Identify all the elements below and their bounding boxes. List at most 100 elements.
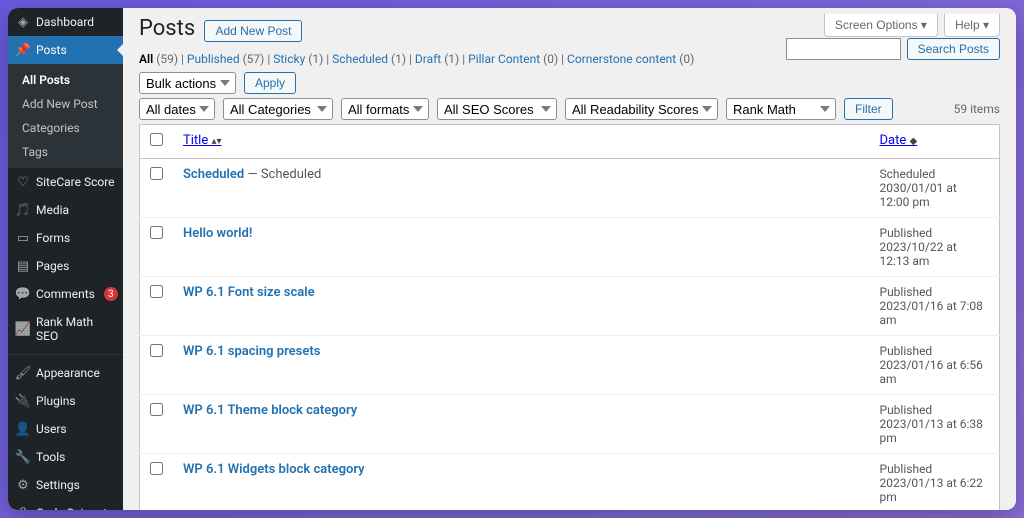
post-status: Scheduled [880, 167, 990, 181]
sitecare-icon: ♡ [16, 175, 30, 189]
table-row: Hello world! Published2023/10/22 at 12:13… [140, 218, 1000, 277]
sidebar-item-comments[interactable]: 💬Comments3 [8, 280, 123, 308]
table-row: WP 6.1 Widgets block category Published20… [140, 454, 1000, 511]
sidebar-item-plugins[interactable]: 🔌 Plugins [8, 387, 123, 415]
sidebar-subitem[interactable]: Tags [8, 140, 123, 164]
sidebar-item-pages[interactable]: ▤ Pages [8, 252, 123, 280]
status-filter-link[interactable]: Draft [415, 52, 444, 66]
post-date: 2023/10/22 at 12:13 am [880, 240, 990, 268]
row-checkbox[interactable] [150, 462, 163, 475]
row-checkbox[interactable] [150, 285, 163, 298]
pages-icon: ▤ [16, 259, 30, 273]
status-filter-link[interactable]: Pillar Content [468, 52, 543, 66]
status-count: (59) [156, 52, 178, 66]
post-status: Published [880, 462, 990, 476]
post-date: 2023/01/16 at 6:56 am [880, 358, 990, 386]
items-count: 59 items [954, 102, 1000, 116]
post-title-link[interactable]: Scheduled [183, 167, 244, 182]
sidebar-item-label: Code Snippets [36, 506, 113, 510]
sidebar-item-label: Pages [36, 259, 69, 273]
post-date: 2030/01/01 at 12:00 pm [880, 181, 990, 209]
status-count: (0) [679, 52, 694, 66]
post-status: Published [880, 226, 990, 240]
post-date: 2023/01/13 at 6:38 pm [880, 417, 990, 445]
screen-options-button[interactable]: Screen Options ▾ [824, 14, 938, 37]
filter-rank-math[interactable]: Rank Math [726, 98, 836, 120]
sidebar-subitem[interactable]: Categories [8, 116, 123, 140]
filter-dates[interactable]: All dates [139, 98, 215, 120]
post-status: Published [880, 403, 990, 417]
sidebar-submenu: All PostsAdd New PostCategoriesTags [8, 64, 123, 168]
filter-button[interactable]: Filter [844, 98, 893, 120]
post-date: 2023/01/13 at 6:22 pm [880, 476, 990, 504]
status-filter-link[interactable]: All [139, 52, 156, 66]
sidebar-item-appearance[interactable]: 🖌Appearance [8, 359, 123, 387]
sidebar-item-label: Settings [36, 478, 80, 492]
plugins-icon: 🔌 [16, 394, 30, 408]
sidebar-item-label: Plugins [36, 394, 76, 408]
users-icon: 👤 [16, 422, 30, 436]
post-title-link[interactable]: WP 6.1 spacing presets [183, 344, 320, 359]
media-icon: 🎵 [16, 203, 30, 217]
status-filter-link[interactable]: Scheduled [332, 52, 391, 66]
post-date: 2023/01/16 at 7:08 am [880, 299, 990, 327]
appearance-icon: 🖌 [16, 366, 30, 380]
sidebar-item-sitecare[interactable]: ♡ SiteCare Score [8, 168, 123, 196]
table-row: WP 6.1 Font size scalePublished2023/01/1… [140, 277, 1000, 336]
posts-table: Title ▴▾ Date ◆ Scheduled — ScheduledSch… [139, 124, 1000, 510]
status-filter-link[interactable]: Published [187, 52, 243, 66]
status-filter-link[interactable]: Sticky [273, 52, 308, 66]
select-all-checkbox[interactable] [150, 133, 163, 146]
column-title[interactable]: Title ▴▾ [183, 133, 222, 148]
filter-readability[interactable]: All Readability Scores [565, 98, 718, 120]
sidebar-item-label: Rank Math SEO [36, 315, 115, 343]
filter-formats[interactable]: All formats [341, 98, 429, 120]
search-posts-button[interactable]: Search Posts [907, 38, 1000, 60]
status-count: (57) [243, 52, 265, 66]
sidebar-item-label: Media [36, 203, 69, 217]
badge: 3 [104, 287, 118, 301]
post-title-link[interactable]: WP 6.1 Theme block category [183, 403, 357, 418]
tools-icon: 🔧 [16, 450, 30, 464]
posts-icon: 📌 [16, 43, 30, 57]
sidebar-item-rankmath[interactable]: 📈Rank Math SEO [8, 308, 123, 350]
column-date[interactable]: Date ◆ [880, 133, 918, 148]
sidebar-item-dashboard[interactable]: ◈Dashboard [8, 8, 123, 36]
post-title-link[interactable]: WP 6.1 Font size scale [183, 285, 315, 300]
sidebar-item-label: SiteCare Score [36, 175, 115, 189]
sidebar-item-forms[interactable]: ▭ Forms [8, 224, 123, 252]
row-checkbox[interactable] [150, 167, 163, 180]
row-checkbox[interactable] [150, 403, 163, 416]
post-title-link[interactable]: Hello world! [183, 226, 252, 241]
dashboard-icon: ◈ [16, 15, 30, 29]
sort-icon: ▴▾ [211, 136, 221, 147]
sort-icon: ◆ [909, 136, 917, 147]
filter-categories[interactable]: All Categories [223, 98, 333, 120]
post-title-link[interactable]: WP 6.1 Widgets block category [183, 462, 365, 477]
sidebar-item-label: Users [36, 422, 67, 436]
status-count: (1) [444, 52, 459, 66]
bulk-actions-select[interactable]: Bulk actions [139, 72, 236, 94]
filter-seo-scores[interactable]: All SEO Scores [437, 98, 557, 120]
status-count: (1) [391, 52, 406, 66]
row-checkbox[interactable] [150, 344, 163, 357]
search-input[interactable] [786, 38, 901, 60]
main-content: Screen Options ▾ Help ▾ Posts Add New Po… [123, 8, 1016, 510]
status-count: (1) [308, 52, 323, 66]
forms-icon: ▭ [16, 231, 30, 245]
status-filter-link[interactable]: Cornerstone content [567, 52, 679, 66]
sidebar-subitem[interactable]: Add New Post [8, 92, 123, 116]
add-new-post-button[interactable]: Add New Post [204, 20, 302, 42]
sidebar-item-settings[interactable]: ⚙Settings [8, 471, 123, 499]
status-count: (0) [543, 52, 558, 66]
sidebar-subitem[interactable]: All Posts [8, 68, 123, 92]
sidebar-item-posts[interactable]: 📌Posts [8, 36, 123, 64]
row-checkbox[interactable] [150, 226, 163, 239]
sidebar-item-media[interactable]: 🎵 Media [8, 196, 123, 224]
sidebar-item-code[interactable]: {}Code Snippets [8, 499, 123, 510]
sidebar-item-tools[interactable]: 🔧Tools [8, 443, 123, 471]
apply-button[interactable]: Apply [244, 72, 296, 94]
sidebar-item-users[interactable]: 👤 Users [8, 415, 123, 443]
sidebar-item-label: Forms [36, 231, 70, 245]
help-button[interactable]: Help ▾ [944, 14, 1000, 37]
